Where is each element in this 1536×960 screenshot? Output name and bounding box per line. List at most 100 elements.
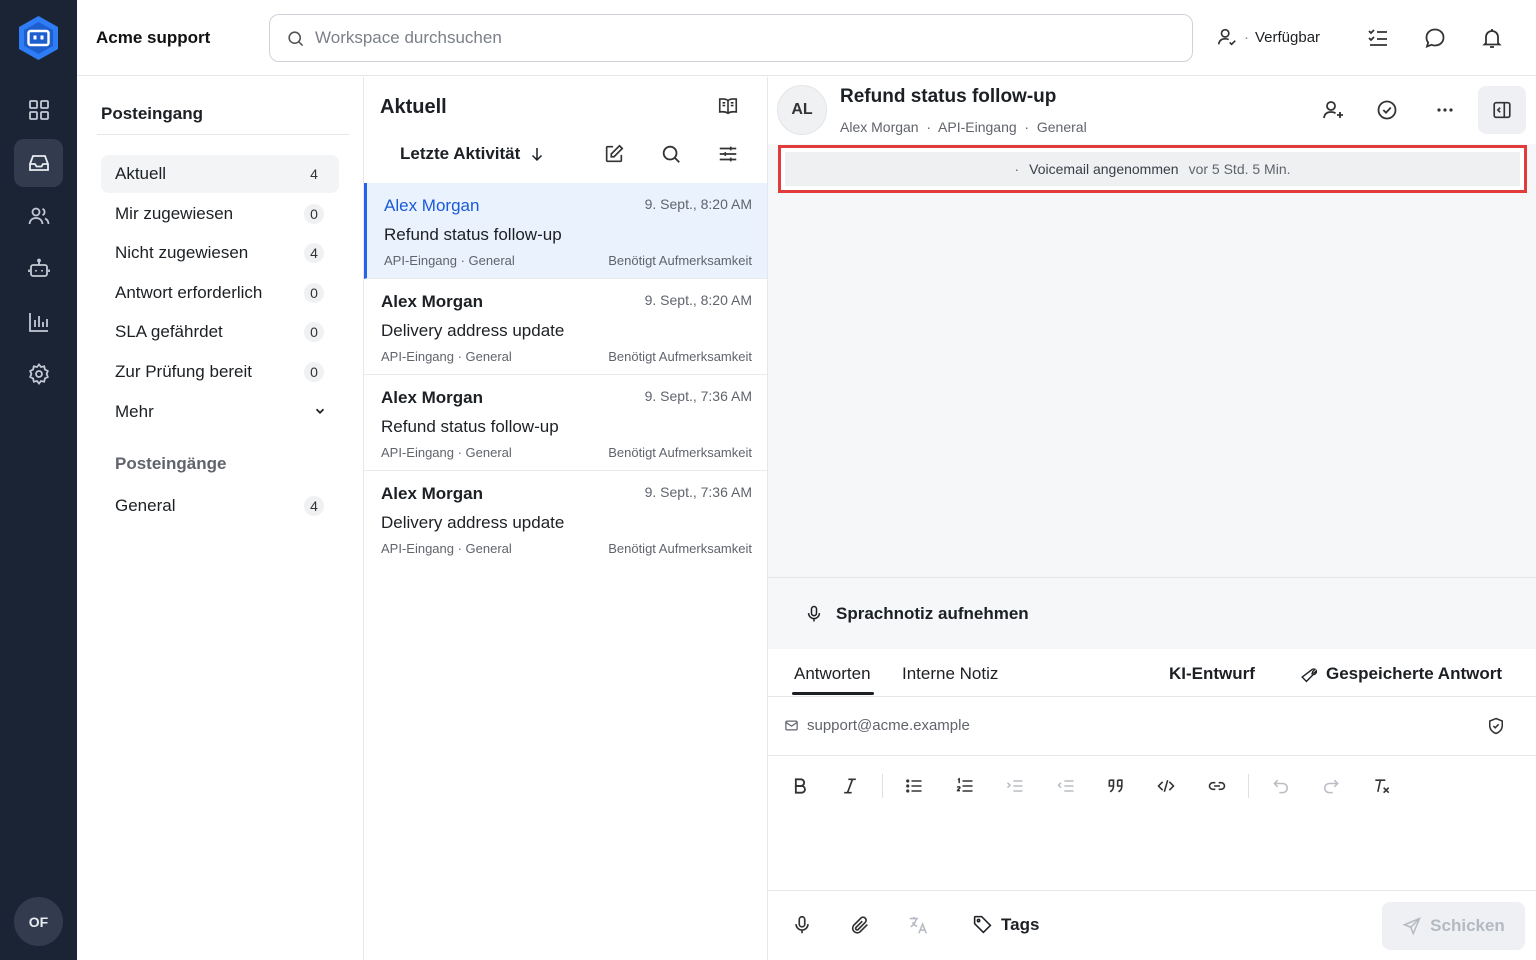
- paperclip-icon[interactable]: [849, 914, 871, 936]
- user-avatar[interactable]: OF: [14, 897, 63, 946]
- attention-flag: Benötigt Aufmerksamkeit: [608, 253, 752, 268]
- dashboard-icon[interactable]: [14, 86, 63, 134]
- filter-sliders-icon[interactable]: [717, 143, 739, 165]
- nav-item-label: Mehr: [115, 402, 154, 421]
- chat-icon[interactable]: [1423, 26, 1447, 50]
- arrow-down-icon: [528, 145, 546, 163]
- divider: [768, 890, 1536, 891]
- inboxes-section-title: Posteingänge: [115, 454, 227, 473]
- conversation-item[interactable]: Alex Morgan 9. Sept., 7:36 AM Delivery a…: [364, 471, 767, 567]
- assign-user-icon[interactable]: [1321, 98, 1345, 122]
- settings-icon[interactable]: [14, 350, 63, 398]
- nav-item-antwort-erforderlich[interactable]: Antwort erforderlich 0: [101, 274, 339, 312]
- nav-item-nicht-zugewiesen[interactable]: Nicht zugewiesen 4: [101, 234, 339, 272]
- outdent-icon[interactable]: [1055, 775, 1077, 797]
- nav-item-count: 0: [304, 362, 324, 382]
- code-icon[interactable]: [1155, 775, 1177, 797]
- reports-icon[interactable]: [14, 298, 63, 346]
- nav-item-inbox-general[interactable]: General 4: [101, 487, 339, 525]
- saved-reply-label: Gespeicherte Antwort: [1326, 664, 1503, 683]
- toolbar-divider: [882, 774, 883, 798]
- tab-internal-note[interactable]: Interne Notiz: [902, 664, 998, 684]
- conversation-header: AL Refund status follow-up Alex Morgan ·…: [768, 77, 1536, 144]
- nav-item-sla-gefaehrdet[interactable]: SLA gefährdet 0: [101, 313, 339, 351]
- blockquote-icon[interactable]: [1105, 775, 1127, 797]
- inbox-icon[interactable]: [14, 139, 63, 187]
- conversation-time: 9. Sept., 7:36 AM: [644, 388, 752, 404]
- resolve-check-icon[interactable]: [1375, 98, 1399, 122]
- mail-icon: [784, 718, 799, 733]
- translate-icon[interactable]: [907, 914, 929, 936]
- undo-icon[interactable]: [1270, 775, 1292, 797]
- tasks-icon[interactable]: [1366, 26, 1390, 50]
- activity-event-voicemail: · Voicemail angenommen vor 5 Std. 5 Min.: [778, 145, 1527, 193]
- availability-status[interactable]: · Verfügbar: [1216, 26, 1320, 48]
- tag-icon: [972, 914, 993, 935]
- tags-label: Tags: [1001, 914, 1040, 934]
- book-open-icon[interactable]: [717, 95, 739, 117]
- nav-item-mir-zugewiesen[interactable]: Mir zugewiesen 0: [101, 195, 339, 233]
- more-options-icon[interactable]: [1433, 98, 1457, 122]
- from-email: support@acme.example: [807, 717, 970, 734]
- ai-draft-button[interactable]: KI-Entwurf: [1169, 664, 1255, 684]
- nav-item-aktuell[interactable]: Aktuell 4: [101, 155, 339, 193]
- tab-reply[interactable]: Antworten: [794, 664, 871, 684]
- tags-button[interactable]: Tags: [972, 914, 1039, 935]
- nav-item-zur-pruefung-bereit[interactable]: Zur Prüfung bereit 0: [101, 353, 339, 391]
- send-label: Schicken: [1430, 916, 1505, 935]
- record-voice-note-button[interactable]: Sprachnotiz aufnehmen: [768, 577, 1536, 649]
- contact-name: Alex Morgan: [381, 388, 484, 407]
- attention-flag: Benötigt Aufmerksamkeit: [608, 541, 752, 556]
- wrench-icon: [1300, 665, 1319, 684]
- top-bar: Acme support · Verfügbar: [77, 0, 1536, 76]
- clear-formatting-icon[interactable]: [1371, 775, 1393, 797]
- nav-item-count: 4: [304, 243, 324, 263]
- nav-item-count: 4: [310, 166, 318, 182]
- shield-check-icon[interactable]: [1486, 716, 1506, 736]
- send-button[interactable]: Schicken: [1382, 902, 1525, 950]
- conversation-item[interactable]: Alex Morgan 9. Sept., 7:36 AM Refund sta…: [364, 375, 767, 471]
- conversation-item[interactable]: Alex Morgan 9. Sept., 8:20 AM Refund sta…: [364, 183, 767, 279]
- redo-icon[interactable]: [1320, 775, 1342, 797]
- bullet-list-icon[interactable]: [903, 775, 925, 797]
- conversation-item[interactable]: Alex Morgan 9. Sept., 8:20 AM Delivery a…: [364, 279, 767, 375]
- conversation-subject: Refund status follow-up: [384, 225, 562, 244]
- bot-icon[interactable]: [14, 245, 63, 293]
- bold-icon[interactable]: [789, 775, 811, 797]
- nav-item-label: SLA gefährdet: [115, 322, 223, 341]
- from-address[interactable]: support@acme.example: [784, 717, 970, 734]
- nav-item-mehr[interactable]: Mehr: [101, 393, 339, 431]
- conversation-subject: Delivery address update: [381, 513, 565, 532]
- inbox-sidebar: Posteingang Aktuell 4 Mir zugewiesen 0 N…: [77, 77, 364, 960]
- sort-dropdown[interactable]: Letzte Aktivität: [400, 144, 546, 164]
- link-icon[interactable]: [1206, 775, 1228, 797]
- app-logo-icon[interactable]: [16, 14, 61, 62]
- search-icon[interactable]: [660, 143, 682, 165]
- contacts-icon[interactable]: [14, 192, 63, 240]
- italic-icon[interactable]: [839, 775, 861, 797]
- indent-icon[interactable]: [1004, 775, 1026, 797]
- send-icon: [1402, 916, 1422, 936]
- workspace-name: Acme support: [96, 28, 211, 47]
- nav-item-count: 0: [304, 283, 324, 303]
- conversation-title: Refund status follow-up: [840, 86, 1057, 107]
- saved-reply-button[interactable]: Gespeicherte Antwort: [1300, 664, 1502, 684]
- toggle-sidepanel-icon[interactable]: [1478, 86, 1526, 134]
- contact-name: Alex Morgan: [381, 292, 484, 311]
- activity-time: vor 5 Std. 5 Min.: [1188, 161, 1291, 177]
- chevron-down-icon: [313, 404, 327, 418]
- search-box[interactable]: [269, 14, 1193, 62]
- reply-composer: Antworten Interne Notiz KI-Entwurf Gespe…: [768, 649, 1536, 960]
- voice-note-label: Sprachnotiz aufnehmen: [836, 603, 1029, 623]
- search-input[interactable]: [315, 28, 1175, 48]
- left-rail: OF: [0, 0, 77, 960]
- compose-icon[interactable]: [603, 143, 625, 165]
- contact-avatar[interactable]: AL: [777, 85, 827, 135]
- numbered-list-icon[interactable]: [954, 775, 976, 797]
- notifications-bell-icon[interactable]: [1480, 26, 1504, 50]
- divider: [97, 134, 349, 135]
- attention-flag: Benötigt Aufmerksamkeit: [608, 349, 752, 364]
- status-label: Verfügbar: [1255, 28, 1321, 46]
- microphone-icon[interactable]: [791, 914, 813, 936]
- contact-name: Alex Morgan: [384, 196, 480, 215]
